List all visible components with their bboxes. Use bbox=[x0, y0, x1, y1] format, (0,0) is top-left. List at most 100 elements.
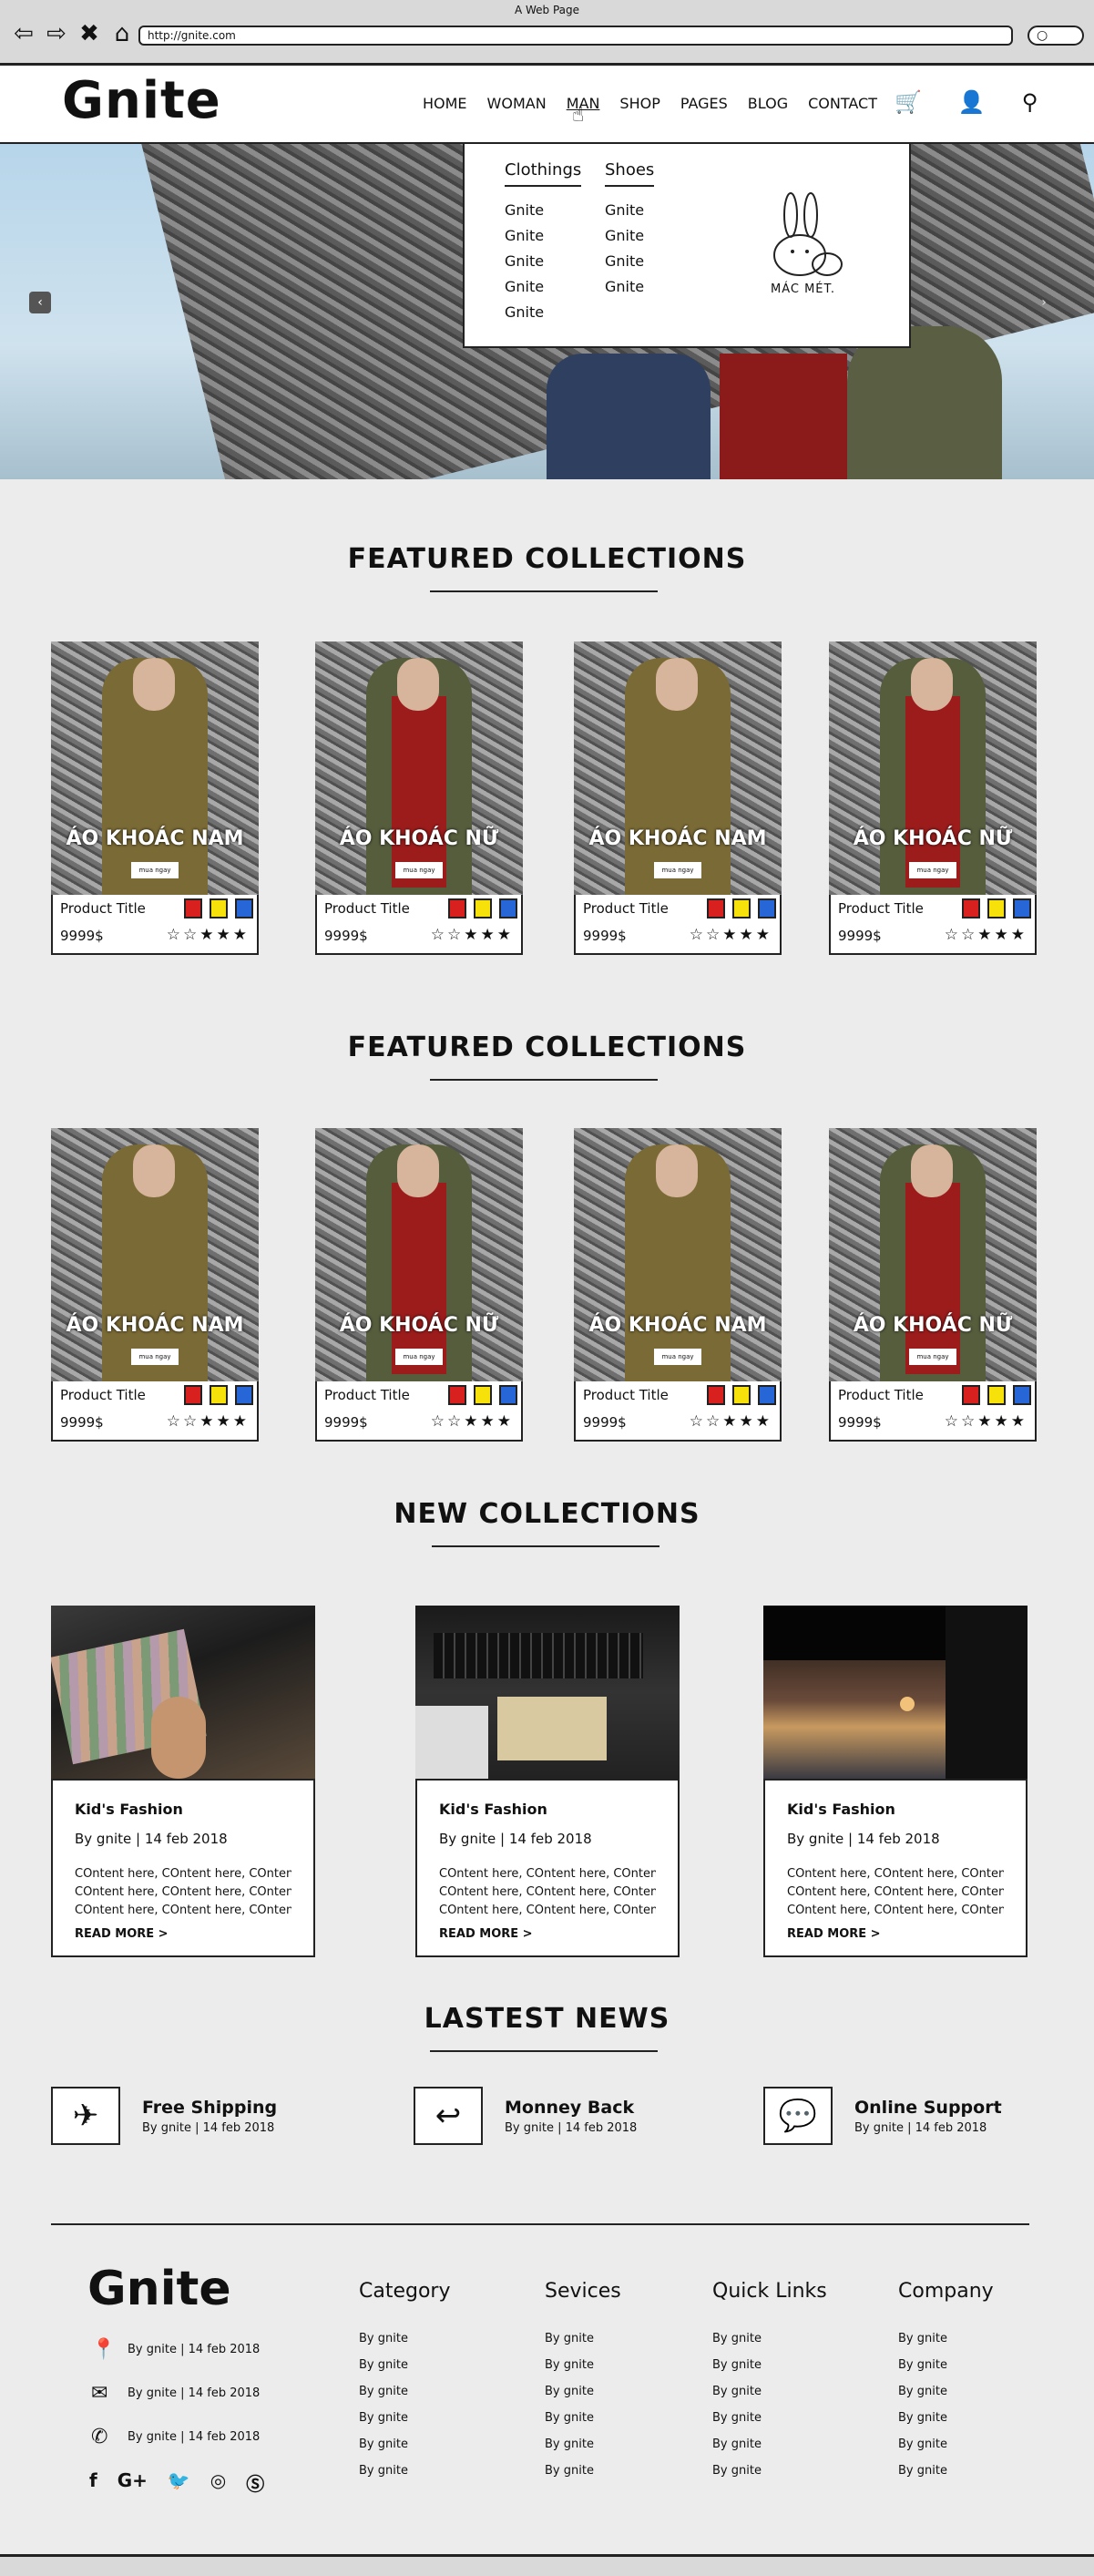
facebook-icon[interactable]: f bbox=[89, 2469, 97, 2496]
swatch-yellow[interactable] bbox=[987, 1385, 1006, 1405]
footer-link[interactable]: By gnite bbox=[359, 2385, 451, 2398]
dropdown-link[interactable]: Gnite bbox=[505, 201, 581, 219]
swatch-red[interactable] bbox=[448, 898, 466, 919]
product-image[interactable]: ÁO KHOÁC NAM mua ngay bbox=[574, 641, 782, 895]
swatch-red[interactable] bbox=[707, 1385, 725, 1405]
chevron-left-icon[interactable]: ‹ bbox=[29, 292, 51, 313]
footer-link[interactable]: By gnite bbox=[898, 2437, 994, 2451]
footer-link[interactable]: By gnite bbox=[898, 2411, 994, 2425]
star-rating[interactable]: ☆☆★★★ bbox=[167, 1412, 250, 1431]
swatch-blue[interactable] bbox=[235, 898, 253, 919]
buy-now-button[interactable]: mua ngay bbox=[131, 862, 179, 878]
footer-link[interactable]: By gnite bbox=[712, 2464, 827, 2478]
star-rating[interactable]: ☆☆★★★ bbox=[431, 926, 514, 944]
menu-blog[interactable]: BLOG bbox=[748, 95, 788, 112]
swatch-red[interactable] bbox=[184, 898, 202, 919]
read-more-link[interactable]: READ MORE > bbox=[787, 1927, 1004, 1941]
footer-link[interactable]: By gnite bbox=[712, 2437, 827, 2451]
star-rating[interactable]: ☆☆★★★ bbox=[945, 1412, 1028, 1431]
back-icon[interactable]: ⇦ bbox=[11, 22, 36, 46]
swatch-yellow[interactable] bbox=[210, 898, 228, 919]
dropdown-link[interactable]: Gnite bbox=[505, 227, 581, 244]
footer-link[interactable]: By gnite bbox=[898, 2332, 994, 2345]
footer-link[interactable]: By gnite bbox=[359, 2332, 451, 2345]
swatch-yellow[interactable] bbox=[732, 1385, 751, 1405]
product-title[interactable]: Product Title bbox=[324, 1387, 410, 1403]
footer-link[interactable]: By gnite bbox=[545, 2437, 621, 2451]
buy-now-button[interactable]: mua ngay bbox=[395, 862, 443, 878]
star-rating[interactable]: ☆☆★★★ bbox=[945, 926, 1028, 944]
product-title[interactable]: Product Title bbox=[583, 900, 669, 917]
dropdown-link[interactable]: Gnite bbox=[505, 278, 581, 295]
card-title[interactable]: Kid's Fashion bbox=[787, 1801, 1004, 1818]
footer-link[interactable]: By gnite bbox=[898, 2464, 994, 2478]
product-title[interactable]: Product Title bbox=[583, 1387, 669, 1403]
swatch-blue[interactable] bbox=[1013, 1385, 1031, 1405]
star-rating[interactable]: ☆☆★★★ bbox=[690, 926, 772, 944]
product-image[interactable]: ÁO KHOÁC NỮ mua ngay bbox=[829, 1128, 1037, 1381]
swatch-blue[interactable] bbox=[499, 1385, 517, 1405]
search-icon[interactable]: ⚲ bbox=[1022, 89, 1038, 115]
product-title[interactable]: Product Title bbox=[60, 900, 146, 917]
footer-link[interactable]: By gnite bbox=[898, 2385, 994, 2398]
site-logo[interactable]: Gnite bbox=[62, 71, 221, 130]
dropdown-link[interactable]: Gnite bbox=[605, 252, 654, 270]
dropdown-heading-shoes[interactable]: Shoes bbox=[605, 160, 655, 187]
footer-link[interactable]: By gnite bbox=[712, 2385, 827, 2398]
swatch-blue[interactable] bbox=[758, 1385, 776, 1405]
footer-link[interactable]: By gnite bbox=[359, 2464, 451, 2478]
chevron-right-icon[interactable]: › bbox=[1033, 292, 1055, 313]
footer-link[interactable]: By gnite bbox=[545, 2385, 621, 2398]
swatch-yellow[interactable] bbox=[474, 898, 492, 919]
cart-icon[interactable]: 🛒 bbox=[895, 89, 922, 115]
buy-now-button[interactable]: mua ngay bbox=[909, 1349, 956, 1365]
buy-now-button[interactable]: mua ngay bbox=[654, 862, 701, 878]
menu-woman[interactable]: WOMAN bbox=[487, 95, 547, 112]
dropdown-link[interactable]: Gnite bbox=[605, 201, 654, 219]
footer-link[interactable]: By gnite bbox=[545, 2332, 621, 2345]
news-item[interactable]: ↩ Monney Back By gnite | 14 feb 2018 bbox=[414, 2087, 637, 2145]
product-card[interactable]: ÁO KHOÁC NỮ mua ngay Product Title 9999$… bbox=[829, 1128, 1037, 1442]
product-title[interactable]: Product Title bbox=[838, 1387, 924, 1403]
dropdown-link[interactable]: Gnite bbox=[605, 278, 654, 295]
forward-icon[interactable]: ⇨ bbox=[44, 22, 69, 46]
footer-link[interactable]: By gnite bbox=[359, 2411, 451, 2425]
browser-search[interactable]: ○ bbox=[1028, 26, 1084, 46]
product-image[interactable]: ÁO KHOÁC NỮ mua ngay bbox=[315, 1128, 523, 1381]
product-title[interactable]: Product Title bbox=[324, 900, 410, 917]
product-image[interactable]: ÁO KHOÁC NAM mua ngay bbox=[51, 1128, 259, 1381]
dropdown-link[interactable]: Gnite bbox=[505, 303, 581, 321]
swatch-yellow[interactable] bbox=[210, 1385, 228, 1405]
swatch-red[interactable] bbox=[184, 1385, 202, 1405]
product-card[interactable]: ÁO KHOÁC NAM mua ngay Product Title 9999… bbox=[51, 641, 259, 955]
swatch-blue[interactable] bbox=[1013, 898, 1031, 919]
swatch-red[interactable] bbox=[448, 1385, 466, 1405]
swatch-red[interactable] bbox=[962, 898, 980, 919]
menu-shop[interactable]: SHOP bbox=[619, 95, 659, 112]
twitter-icon[interactable]: 🐦 bbox=[168, 2469, 190, 2496]
dropdown-link[interactable]: Gnite bbox=[505, 252, 581, 270]
product-title[interactable]: Product Title bbox=[60, 1387, 146, 1403]
new-collection-card[interactable]: Kid's Fashion By gnite | 14 feb 2018 COn… bbox=[415, 1606, 680, 1957]
home-icon[interactable]: ⌂ bbox=[109, 22, 135, 46]
url-field[interactable]: http://gnite.com bbox=[138, 26, 1013, 46]
new-collection-card[interactable]: Kid's Fashion By gnite | 14 feb 2018 COn… bbox=[51, 1606, 315, 1957]
card-title[interactable]: Kid's Fashion bbox=[75, 1801, 291, 1818]
read-more-link[interactable]: READ MORE > bbox=[439, 1927, 656, 1941]
swatch-yellow[interactable] bbox=[474, 1385, 492, 1405]
product-image[interactable]: ÁO KHOÁC NỮ mua ngay bbox=[829, 641, 1037, 895]
buy-now-button[interactable]: mua ngay bbox=[909, 862, 956, 878]
footer-link[interactable]: By gnite bbox=[545, 2464, 621, 2478]
add-user-icon[interactable]: 👤 bbox=[958, 89, 986, 115]
footer-link[interactable]: By gnite bbox=[545, 2358, 621, 2372]
swatch-red[interactable] bbox=[962, 1385, 980, 1405]
product-card[interactable]: ÁO KHOÁC NAM mua ngay Product Title 9999… bbox=[51, 1128, 259, 1442]
close-icon[interactable]: ✖ bbox=[77, 22, 102, 46]
product-card[interactable]: ÁO KHOÁC NAM mua ngay Product Title 9999… bbox=[574, 1128, 782, 1442]
product-image[interactable]: ÁO KHOÁC NAM mua ngay bbox=[574, 1128, 782, 1381]
new-collection-card[interactable]: Kid's Fashion By gnite | 14 feb 2018 COn… bbox=[763, 1606, 1028, 1957]
footer-link[interactable]: By gnite bbox=[359, 2437, 451, 2451]
skype-icon[interactable]: Ⓢ bbox=[246, 2469, 264, 2496]
footer-link[interactable]: By gnite bbox=[712, 2411, 827, 2425]
footer-link[interactable]: By gnite bbox=[898, 2358, 994, 2372]
